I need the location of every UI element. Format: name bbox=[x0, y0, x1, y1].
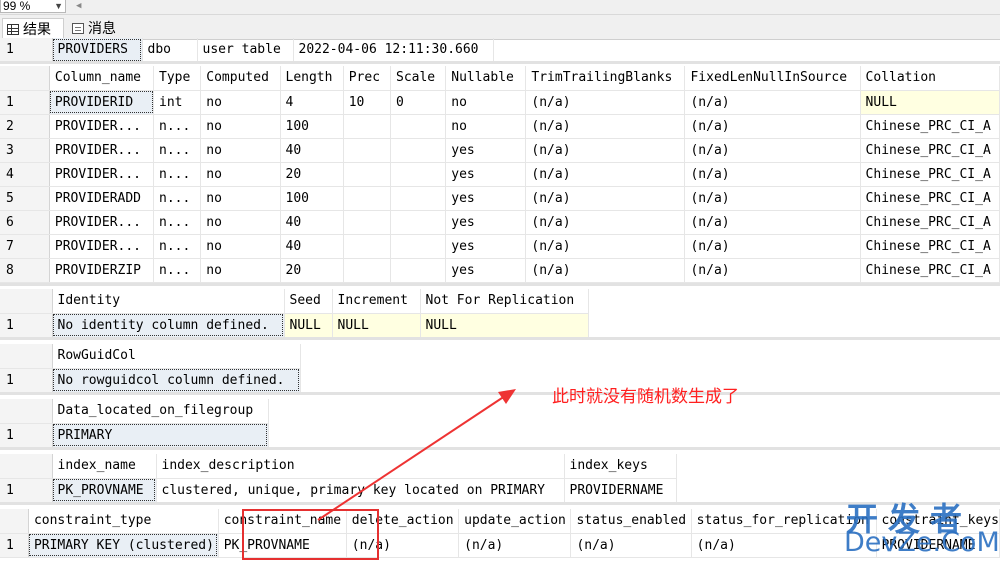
annotation-text: 此时就没有随机数生成了 bbox=[552, 387, 739, 407]
annotation-highlight-box bbox=[242, 509, 379, 560]
watermark-en: DevZe.CoM bbox=[844, 527, 1000, 558]
annotation-arrow bbox=[317, 389, 516, 521]
